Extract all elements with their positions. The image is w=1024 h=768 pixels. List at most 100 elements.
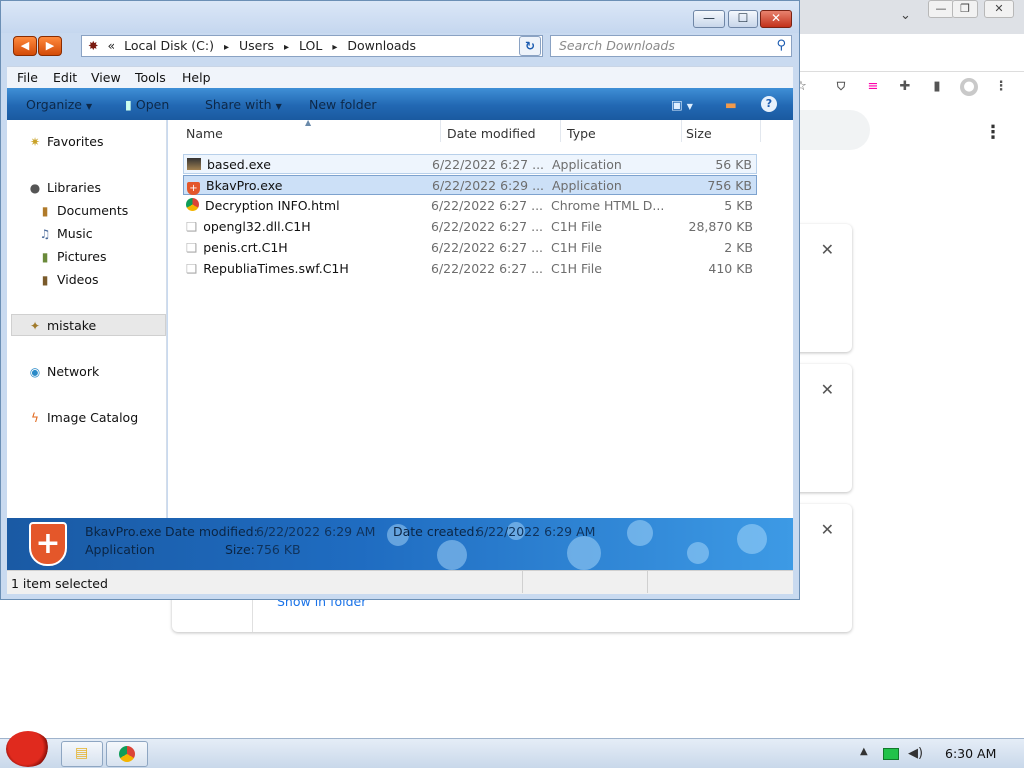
explorer-window: — ☐ ✕ ◀ ▶ ✸ « Local Disk (C:) ▸ Users ▸ … <box>0 0 800 600</box>
column-header-name[interactable]: Name <box>186 126 223 141</box>
address-separator-icon[interactable]: ▸ <box>332 42 337 53</box>
file-row-selected[interactable]: + BkavPro.exe 6/22/2022 6:29 ... Applicat… <box>183 175 757 195</box>
taskbar-chrome-button[interactable] <box>106 741 148 767</box>
taskbar-explorer-button[interactable]: ▤ <box>61 741 103 767</box>
nav-documents[interactable]: ▮ Documents <box>37 203 129 218</box>
tray-expand-icon[interactable]: ▲ <box>860 746 868 757</box>
file-size: 756 KB <box>707 178 752 193</box>
file-row[interactable]: based.exe 6/22/2022 6:27 ... Application… <box>183 154 757 174</box>
nav-pictures[interactable]: ▮ Pictures <box>37 249 107 264</box>
file-row[interactable]: Decryption INFO.html 6/22/2022 6:27 ... … <box>183 196 757 216</box>
file-size: 5 KB <box>724 198 753 213</box>
organize-button[interactable]: Organize ▼ <box>26 97 92 112</box>
details-pane: + BkavPro.exe Date modified: 6/22/2022 6… <box>7 518 793 570</box>
file-row[interactable]: ❑ RepubliaTimes.swf.C1H 6/22/2022 6:27 ..… <box>183 259 757 279</box>
forward-button[interactable]: ▶ <box>38 36 62 56</box>
explorer-title-bar[interactable]: — ☐ ✕ <box>1 1 799 33</box>
start-button[interactable] <box>6 731 50 767</box>
file-size: 410 KB <box>708 261 753 276</box>
videos-icon: ▮ <box>41 273 49 287</box>
preview-pane-icon[interactable]: ▬ <box>725 97 737 112</box>
refresh-icon[interactable]: ↻ <box>519 36 541 56</box>
nav-mistake[interactable]: ✦ mistake <box>27 318 96 333</box>
extension-flag-icon[interactable]: ≡ <box>864 78 882 96</box>
share-with-button[interactable]: Share with ▼ <box>205 97 282 112</box>
open-button[interactable]: ▮ Open <box>125 97 169 112</box>
menu-view[interactable]: View <box>91 70 121 85</box>
side-panel-icon[interactable]: ▮ <box>928 78 946 96</box>
column-separator[interactable] <box>440 120 441 142</box>
details-created-label: Date created: <box>393 524 479 539</box>
nav-network[interactable]: ◉ Network <box>27 364 99 379</box>
file-icon: ❑ <box>186 261 198 276</box>
chrome-menu-icon[interactable]: ⋮ <box>992 78 1010 96</box>
file-list-pane: ▲ Name Date modified Type Size based.exe… <box>168 118 793 518</box>
remove-download-icon[interactable]: ✕ <box>821 380 834 399</box>
battery-icon[interactable] <box>883 748 899 760</box>
menu-help[interactable]: Help <box>182 70 211 85</box>
tab-search-icon[interactable]: ⌄ <box>900 8 911 23</box>
address-separator-icon[interactable]: ▸ <box>284 42 289 53</box>
ublock-shield-icon[interactable]: ⛉ <box>832 78 850 96</box>
file-type: Application <box>552 178 622 193</box>
address-chevron[interactable]: « <box>107 38 115 53</box>
file-date: 6/22/2022 6:27 ... <box>431 219 544 234</box>
taskbar-clock[interactable]: 6:30 AM <box>945 746 996 761</box>
downloads-more-icon[interactable]: ⋮ <box>984 122 1002 143</box>
menu-file[interactable]: File <box>17 70 38 85</box>
exe-icon <box>187 158 201 170</box>
menu-tools[interactable]: Tools <box>135 70 166 85</box>
remove-download-icon[interactable]: ✕ <box>821 520 834 539</box>
column-header-size[interactable]: Size <box>686 126 712 141</box>
nav-favorites[interactable]: ✷ Favorites <box>27 134 104 149</box>
nav-image-catalog[interactable]: ϟ Image Catalog <box>27 410 138 425</box>
details-created-value: 6/22/2022 6:29 AM <box>476 524 596 539</box>
help-icon[interactable]: ? <box>761 96 777 112</box>
search-icon[interactable]: ⚲ <box>776 36 786 56</box>
minimize-button[interactable]: — <box>693 10 725 28</box>
nav-videos[interactable]: ▮ Videos <box>37 272 99 287</box>
address-segment[interactable]: LOL <box>299 38 322 53</box>
search-input[interactable]: Search Downloads ⚲ <box>550 35 792 57</box>
file-row[interactable]: ❑ penis.crt.C1H 6/22/2022 6:27 ... C1H Fi… <box>183 238 757 258</box>
column-separator[interactable] <box>681 120 682 142</box>
chrome-close-button[interactable]: ✕ <box>984 0 1014 18</box>
column-header-type[interactable]: Type <box>567 126 596 141</box>
new-folder-button[interactable]: New folder <box>309 97 377 112</box>
file-size: 2 KB <box>724 240 753 255</box>
homegroup-icon: ✦ <box>29 319 41 333</box>
folder-bug-icon: ✸ <box>88 38 99 53</box>
music-icon: ♫ <box>39 227 51 241</box>
file-row[interactable]: ❑ opengl32.dll.C1H 6/22/2022 6:27 ... C1H… <box>183 217 757 237</box>
column-separator[interactable] <box>560 120 561 142</box>
maximize-button[interactable]: ☐ <box>728 10 758 28</box>
address-separator-icon[interactable]: ▸ <box>224 42 229 53</box>
address-segment[interactable]: Users <box>239 38 274 53</box>
menu-edit[interactable]: Edit <box>53 70 77 85</box>
address-bar[interactable]: ✸ « Local Disk (C:) ▸ Users ▸ LOL ▸ Down… <box>81 35 543 57</box>
command-bar: Organize ▼ ▮ Open Share with ▼ New folde… <box>7 88 793 120</box>
volume-icon[interactable]: ◀) <box>908 746 923 761</box>
chrome-tab-strip: ⌄ — ❐ ✕ <box>790 0 1024 34</box>
menu-bar: File Edit View Tools Help <box>7 66 793 88</box>
address-segment[interactable]: Local Disk (C:) <box>124 38 214 53</box>
chrome-restore-button[interactable]: ❐ <box>952 0 978 18</box>
column-separator[interactable] <box>760 120 761 142</box>
documents-icon: ▮ <box>41 204 49 218</box>
search-placeholder: Search Downloads <box>559 38 675 53</box>
close-button[interactable]: ✕ <box>760 10 792 28</box>
chrome-icon <box>119 746 135 762</box>
nav-libraries[interactable]: ● Libraries <box>27 180 101 195</box>
image-catalog-icon: ϟ <box>31 411 39 425</box>
profile-avatar-icon[interactable]: ● <box>960 78 978 96</box>
change-view-icon[interactable]: ▣ ▼ <box>671 97 693 112</box>
column-header-date[interactable]: Date modified <box>447 126 536 141</box>
nav-music[interactable]: ♫ Music <box>37 226 93 241</box>
chrome-minimize-button[interactable]: — <box>928 0 954 18</box>
address-segment[interactable]: Downloads <box>347 38 416 53</box>
status-divider <box>522 571 523 593</box>
remove-download-icon[interactable]: ✕ <box>821 240 834 259</box>
back-button[interactable]: ◀ <box>13 36 37 56</box>
downloads-search-bar[interactable] <box>800 110 870 150</box>
extensions-puzzle-icon[interactable]: ✚ <box>896 78 914 96</box>
